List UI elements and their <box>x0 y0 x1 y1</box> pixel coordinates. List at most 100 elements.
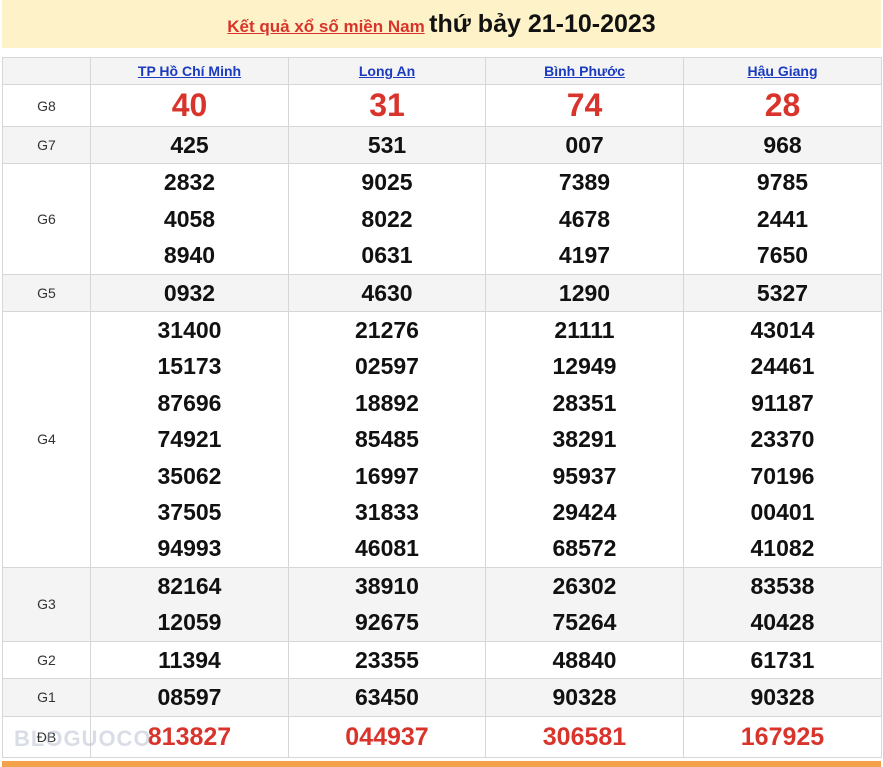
prize-cell: 23355 <box>288 640 486 680</box>
prize-label: G3 <box>2 566 91 642</box>
prize-number: 4630 <box>361 279 413 306</box>
prize-number: 63450 <box>355 684 419 711</box>
prize-number: 35062 <box>157 462 222 489</box>
prize-number: 46081 <box>355 535 419 562</box>
prize-cell: 007 <box>485 125 684 165</box>
bottom-strip <box>2 761 881 767</box>
province-header: TP Hồ Chí Minh <box>90 57 289 85</box>
prize-number: 12059 <box>157 609 222 636</box>
prize-number: 7650 <box>756 242 809 269</box>
prize-label: G7 <box>2 125 91 165</box>
prize-number: 167925 <box>740 722 825 751</box>
prize-number: 16997 <box>355 462 419 489</box>
watermark: BLOGUOCO <box>14 726 152 751</box>
results-header: Kết quả xổ số miền Nam thứ bảy 21-10-202… <box>2 0 881 48</box>
province-link[interactable]: Hậu Giang <box>747 63 817 79</box>
province-header: Long An <box>288 57 486 85</box>
prize-number: 26302 <box>552 572 617 599</box>
prize-row: G8 40 31 74 28 <box>2 84 882 127</box>
prize-number: 94993 <box>157 535 222 562</box>
prize-cell: 968 <box>683 125 882 165</box>
prize-number: 1290 <box>558 279 611 306</box>
prize-cell: 83538 40428 <box>683 566 882 642</box>
prize-number: 2441 <box>756 205 809 232</box>
prize-number: 28351 <box>552 389 617 416</box>
prize-number: 425 <box>170 132 209 158</box>
table-header-row: TP Hồ Chí Minh Long An Bình Phước Hậu Gi… <box>2 57 882 85</box>
prize-cell: 21111 12949 28351 38291 95937 29424 68572 <box>485 311 684 568</box>
prize-cell: 82164 12059 <box>90 566 289 642</box>
prize-cell: 74 <box>485 84 684 127</box>
prize-number: 74 <box>566 87 603 123</box>
prize-label: G4 <box>2 311 91 568</box>
prize-column-header <box>2 57 91 85</box>
prize-number: 23370 <box>750 426 815 453</box>
prize-cell: 31400 15173 87696 74921 35062 37505 94993 <box>90 311 289 568</box>
prize-cell: 48840 <box>485 640 684 680</box>
prize-cell: 9785 2441 7650 <box>683 163 882 275</box>
prize-number: 29424 <box>552 499 617 526</box>
prize-row: G5 0932 4630 1290 5327 <box>2 273 882 313</box>
prize-row: G7 425 531 007 968 <box>2 125 882 165</box>
prize-label: G8 <box>2 84 91 127</box>
prize-number: 4197 <box>558 242 611 269</box>
prize-cell: 61731 <box>683 640 882 680</box>
prize-number: 31833 <box>355 499 419 526</box>
prize-number: 044937 <box>345 722 429 751</box>
prize-cell: 11394 <box>90 640 289 680</box>
prize-number: 23355 <box>355 646 419 673</box>
prize-number: 37505 <box>157 499 222 526</box>
prize-number: 90328 <box>750 684 815 711</box>
prize-cell: 9025 8022 0631 <box>288 163 486 275</box>
prize-number: 0932 <box>163 279 216 306</box>
province-header: Hậu Giang <box>683 57 882 85</box>
prize-label: G2 <box>2 640 91 680</box>
prize-number: 00401 <box>750 499 815 526</box>
prize-cell: 21276 02597 18892 85485 16997 31833 46081 <box>288 311 486 568</box>
prize-number: 82164 <box>157 572 222 599</box>
prize-number: 40 <box>171 87 208 123</box>
prize-label: G5 <box>2 273 91 313</box>
prize-cell: 044937 <box>288 715 486 758</box>
prize-number: 38291 <box>552 426 617 453</box>
prize-cell: 63450 <box>288 678 486 717</box>
prize-number: 75264 <box>552 609 617 636</box>
prize-number: 08597 <box>157 684 222 711</box>
prize-number: 28 <box>764 87 801 123</box>
prize-number: 41082 <box>750 535 815 562</box>
prize-row: G6 2832 4058 8940 9025 8022 0631 7389 4678 4197 97… <box>2 163 882 275</box>
prize-cell: 08597 <box>90 678 289 717</box>
province-link[interactable]: TP Hồ Chí Minh <box>138 63 241 79</box>
region-results-link[interactable]: Kết quả xổ số miền Nam <box>227 17 424 36</box>
prize-cell: 7389 4678 4197 <box>485 163 684 275</box>
prize-number: 18892 <box>355 389 419 416</box>
prize-cell: 40 <box>90 84 289 127</box>
prize-number: 21276 <box>355 317 419 344</box>
prize-number: 531 <box>367 132 407 158</box>
lottery-results-table: TP Hồ Chí Minh Long An Bình Phước Hậu Gi… <box>2 57 882 758</box>
prize-number: 02597 <box>355 353 419 380</box>
prize-number: 5327 <box>756 279 809 306</box>
prize-number: 40428 <box>750 609 815 636</box>
prize-cell: 2832 4058 8940 <box>90 163 289 275</box>
prize-number: 4058 <box>163 205 216 232</box>
province-link[interactable]: Bình Phước <box>544 63 625 79</box>
prize-cell: 0932 <box>90 273 289 313</box>
prize-cell: 5327 <box>683 273 882 313</box>
prize-number: 306581 <box>542 722 627 751</box>
prize-number: 15173 <box>157 353 222 380</box>
province-link[interactable]: Long An <box>359 63 415 79</box>
prize-cell: 28 <box>683 84 882 127</box>
prize-number: 4678 <box>558 205 611 232</box>
prize-row: G1 08597 63450 90328 90328 <box>2 678 882 717</box>
prize-label: G1 <box>2 678 91 717</box>
prize-cell: 90328 <box>485 678 684 717</box>
prize-row: G4 31400 15173 87696 74921 35062 37505 94993 212… <box>2 311 882 568</box>
prize-number: 7389 <box>558 169 611 196</box>
prize-number: 9025 <box>361 169 413 196</box>
prize-cell: 31 <box>288 84 486 127</box>
prize-label: G6 <box>2 163 91 275</box>
prize-cell: 38910 92675 <box>288 566 486 642</box>
prize-number: 0631 <box>361 242 413 269</box>
prize-number: 968 <box>763 132 802 158</box>
